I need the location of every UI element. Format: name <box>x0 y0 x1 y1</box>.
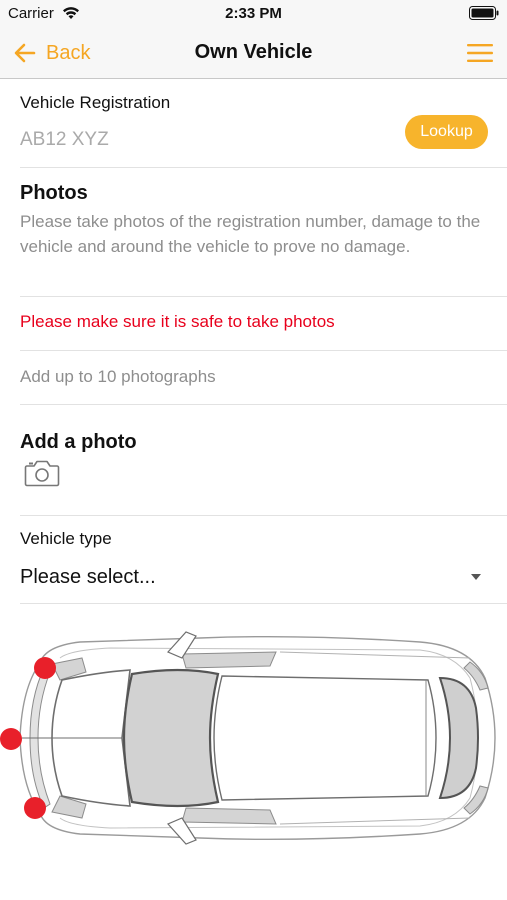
add-photo-heading: Add a photo <box>20 431 137 453</box>
divider <box>20 603 507 604</box>
photos-description: Please take photos of the registration n… <box>20 212 481 256</box>
damage-marker-front-center[interactable] <box>0 728 22 750</box>
vehicle-type-value: Please select... <box>20 566 156 588</box>
registration-label: Vehicle Registration <box>20 93 171 112</box>
back-arrow-icon <box>14 43 36 63</box>
safety-warning: Please make sure it is safe to take phot… <box>20 312 335 331</box>
damage-marker-front-left[interactable] <box>34 657 56 679</box>
navigation-bar: Back Own Vehicle <box>0 28 507 79</box>
back-button[interactable]: Back <box>14 40 90 66</box>
battery-icon <box>469 6 499 20</box>
divider <box>20 296 507 297</box>
divider <box>20 350 507 351</box>
windscreen <box>122 668 220 808</box>
divider <box>20 515 507 516</box>
roof <box>213 675 437 801</box>
back-label: Back <box>46 41 91 64</box>
photo-limit-text: Add up to 10 photographs <box>20 367 216 386</box>
photos-heading: Photos <box>20 182 88 204</box>
car-top-view-diagram <box>0 631 496 845</box>
hamburger-menu-icon[interactable] <box>467 42 493 64</box>
chevron-down-icon <box>471 574 481 580</box>
right-side-window <box>181 807 277 825</box>
divider <box>20 404 507 405</box>
divider <box>20 167 507 168</box>
status-time: 2:33 PM <box>225 5 282 22</box>
camera-icon[interactable] <box>24 458 60 488</box>
status-bar: Carrier 2:33 PM <box>0 0 507 28</box>
vehicle-type-label: Vehicle type <box>20 529 112 548</box>
damage-marker-front-right[interactable] <box>24 797 46 819</box>
registration-input[interactable] <box>20 126 380 154</box>
vehicle-type-select[interactable]: Please select... <box>20 560 487 594</box>
lookup-button[interactable]: Lookup <box>405 115 488 149</box>
left-side-window <box>181 651 277 669</box>
